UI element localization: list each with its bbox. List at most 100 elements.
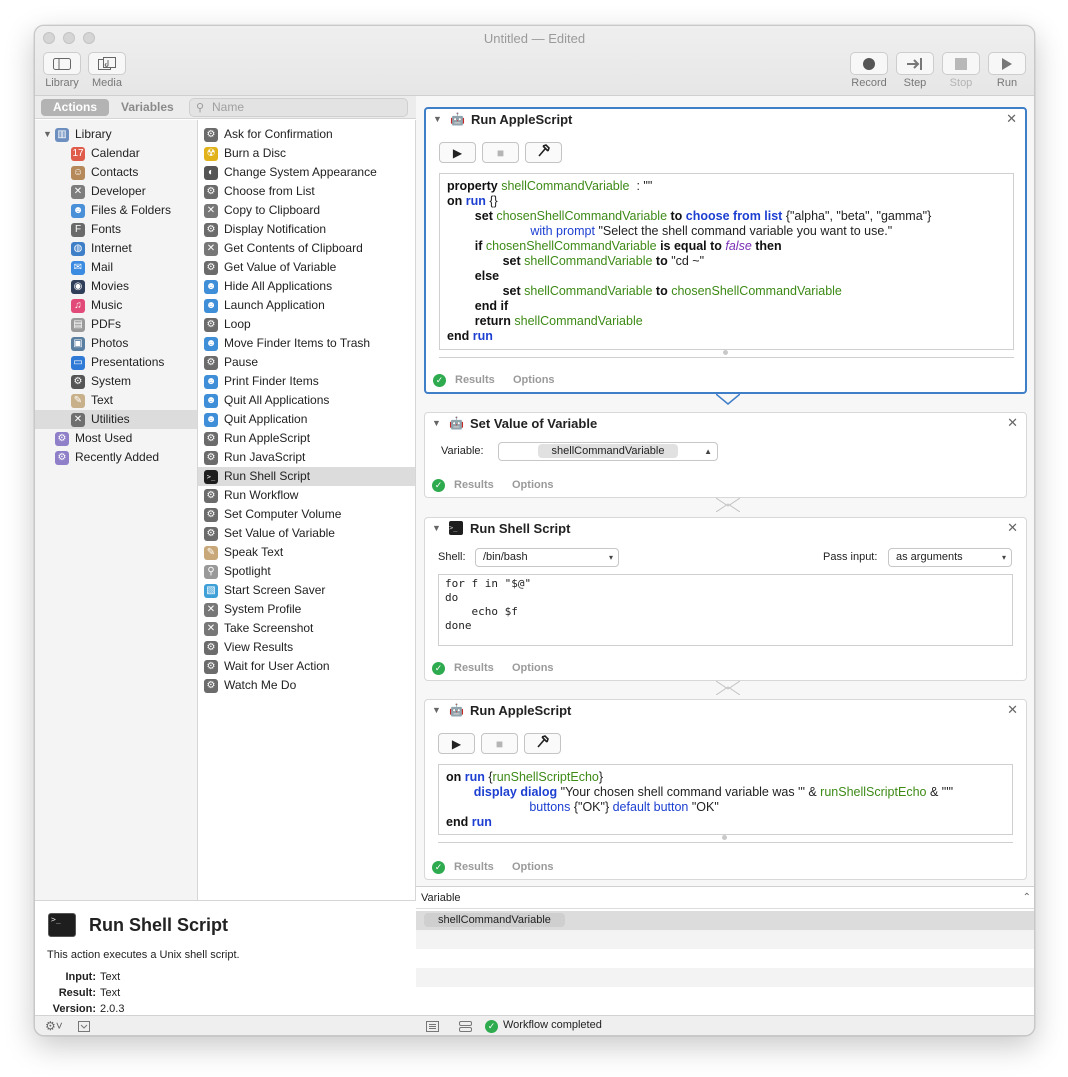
action-item-set-computer-volume[interactable]: ⚙ Set Computer Volume <box>198 505 415 524</box>
action-item-take-screenshot[interactable]: ✕ Take Screenshot <box>198 619 415 638</box>
action-item-watch-me-do[interactable]: ⚙ Watch Me Do <box>198 676 415 695</box>
sidebar-item-internet[interactable]: ◍ Internet <box>35 239 197 258</box>
search-input[interactable]: ⚲ Name <box>189 98 408 117</box>
action-item-run-javascript[interactable]: ⚙ Run JavaScript <box>198 448 415 467</box>
options-tab[interactable]: Options <box>512 861 554 873</box>
step-button[interactable] <box>896 52 934 75</box>
options-tab[interactable]: Options <box>512 479 554 491</box>
action-item-hide-all-applications[interactable]: ☻ Hide All Applications <box>198 277 415 296</box>
action-item-pause[interactable]: ⚙ Pause <box>198 353 415 372</box>
log-view-icon[interactable] <box>426 1021 439 1032</box>
close-action-icon[interactable]: ✕ <box>1007 415 1018 431</box>
action-item-launch-application[interactable]: ☻ Launch Application <box>198 296 415 315</box>
sidebar-item-presentations[interactable]: ▭ Presentations <box>35 353 197 372</box>
action-item-get-value-of-variable[interactable]: ⚙ Get Value of Variable <box>198 258 415 277</box>
action-item-run-workflow[interactable]: ⚙ Run Workflow <box>198 486 415 505</box>
variables-view-icon[interactable] <box>459 1021 472 1032</box>
variable-row[interactable]: shellCommandVariable <box>416 911 1034 930</box>
collapse-chevron-icon[interactable]: ⌃ <box>1023 887 1031 909</box>
close-action-icon[interactable]: ✕ <box>1006 111 1017 127</box>
run-applescript-action-2[interactable]: ▼ 🤖 Run AppleScript ✕ ▶ ■ on run {runShe… <box>424 699 1027 880</box>
results-tab[interactable]: Results <box>455 374 495 386</box>
close-action-icon[interactable]: ✕ <box>1007 520 1018 536</box>
run-applescript-action-1[interactable]: ▼ 🤖 Run AppleScript ✕ ▶ ■ property shell… <box>424 107 1027 394</box>
sidebar-item-most-used[interactable]: ⚙ Most Used <box>35 429 197 448</box>
run-script-button[interactable]: ▶ <box>438 733 475 754</box>
collapse-triangle-icon[interactable]: ▼ <box>433 114 442 124</box>
sidebar-item-developer[interactable]: ✕ Developer <box>35 182 197 201</box>
action-item-change-system-appearance[interactable]: ◐ Change System Appearance <box>198 163 415 182</box>
resize-grip[interactable] <box>438 835 1013 843</box>
record-button[interactable] <box>850 52 888 75</box>
sidebar-item-pdfs[interactable]: ▤ PDFs <box>35 315 197 334</box>
library-button[interactable] <box>43 52 81 75</box>
shell-script-editor[interactable]: for f in "$@" do echo $f done <box>438 574 1013 646</box>
description-toggle-icon[interactable] <box>78 1021 90 1032</box>
action-item-choose-from-list[interactable]: ⚙ Choose from List <box>198 182 415 201</box>
action-item-quit-application[interactable]: ☻ Quit Application <box>198 410 415 429</box>
compile-script-button[interactable] <box>525 142 562 163</box>
sidebar-item-photos[interactable]: ▣ Photos <box>35 334 197 353</box>
action-item-spotlight[interactable]: ⚲ Spotlight <box>198 562 415 581</box>
sidebar-item-utilities[interactable]: ✕ Utilities <box>35 410 197 429</box>
sidebar-item-recently-added[interactable]: ⚙ Recently Added <box>35 448 197 467</box>
sidebar-item-files-folders[interactable]: ☻ Files & Folders <box>35 201 197 220</box>
action-item-speak-text[interactable]: ✎ Speak Text <box>198 543 415 562</box>
resize-grip[interactable] <box>439 350 1014 358</box>
sidebar-item-library[interactable]: ▼ ▥ Library <box>35 125 197 144</box>
collapse-triangle-icon[interactable]: ▼ <box>432 418 441 428</box>
action-item-quit-all-applications[interactable]: ☻ Quit All Applications <box>198 391 415 410</box>
pass-input-popup[interactable]: as arguments ▾ <box>888 548 1012 567</box>
action-item-run-shell-script[interactable]: >_ Run Shell Script <box>198 467 415 486</box>
action-item-label: Watch Me Do <box>224 678 297 692</box>
action-item-label: Pause <box>224 355 259 369</box>
options-tab[interactable]: Options <box>513 374 555 386</box>
options-tab[interactable]: Options <box>512 662 554 674</box>
action-item-set-value-of-variable[interactable]: ⚙ Set Value of Variable <box>198 524 415 543</box>
shell-popup[interactable]: /bin/bash ▾ <box>475 548 619 567</box>
set-value-of-variable-action[interactable]: ▼ 🤖 Set Value of Variable ✕ Variable: sh… <box>424 412 1027 498</box>
sidebar-item-music[interactable]: ♫ Music <box>35 296 197 315</box>
collapse-triangle-icon[interactable]: ▼ <box>432 523 441 533</box>
disclosure-triangle-icon[interactable]: ▼ <box>43 125 52 144</box>
action-item-copy-to-clipboard[interactable]: ✕ Copy to Clipboard <box>198 201 415 220</box>
action-item-burn-a-disc[interactable]: ☢ Burn a Disc <box>198 144 415 163</box>
action-item-move-finder-items-to-trash[interactable]: ☻ Move Finder Items to Trash <box>198 334 415 353</box>
action-item-system-profile[interactable]: ✕ System Profile <box>198 600 415 619</box>
action-item-loop[interactable]: ⚙ Loop <box>198 315 415 334</box>
applescript-editor[interactable]: on run {runShellScriptEcho} display dial… <box>438 764 1013 835</box>
action-item-start-screen-saver[interactable]: ▧ Start Screen Saver <box>198 581 415 600</box>
action-item-display-notification[interactable]: ⚙ Display Notification <box>198 220 415 239</box>
results-tab[interactable]: Results <box>454 861 494 873</box>
run-script-button[interactable]: ▶ <box>439 142 476 163</box>
sidebar-item-contacts[interactable]: ☺ Contacts <box>35 163 197 182</box>
tab-actions[interactable]: Actions <box>41 99 110 116</box>
sidebar-item-system[interactable]: ⚙ System <box>35 372 197 391</box>
close-action-icon[interactable]: ✕ <box>1007 702 1018 718</box>
action-item-get-contents-of-clipboard[interactable]: ✕ Get Contents of Clipboard <box>198 239 415 258</box>
action-item-view-results[interactable]: ⚙ View Results <box>198 638 415 657</box>
movies-icon: ◉ <box>71 280 85 294</box>
results-tab[interactable]: Results <box>454 479 494 491</box>
results-tab[interactable]: Results <box>454 662 494 674</box>
sidebar-item-mail[interactable]: ✉ Mail <box>35 258 197 277</box>
run-button[interactable] <box>988 52 1026 75</box>
collapse-triangle-icon[interactable]: ▼ <box>432 705 441 715</box>
run-shell-script-action[interactable]: ▼ >_ Run Shell Script ✕ Shell: /bin/bash… <box>424 517 1027 681</box>
compile-script-button[interactable] <box>524 733 561 754</box>
sidebar-item-text[interactable]: ✎ Text <box>35 391 197 410</box>
code-token: shellCommandVariable <box>501 179 630 193</box>
media-button[interactable] <box>88 52 126 75</box>
tab-variables[interactable]: Variables <box>109 99 186 116</box>
action-item-ask-for-confirmation[interactable]: ⚙ Ask for Confirmation <box>198 125 415 144</box>
gear-menu-icon[interactable]: ⚙˅ <box>45 1019 63 1033</box>
code-token: "cd ~" <box>671 254 705 268</box>
sidebar-item-fonts[interactable]: F Fonts <box>35 220 197 239</box>
sidebar-item-calendar[interactable]: 17 Calendar <box>35 144 197 163</box>
sidebar-item-movies[interactable]: ◉ Movies <box>35 277 197 296</box>
action-item-print-finder-items[interactable]: ☻ Print Finder Items <box>198 372 415 391</box>
action-item-wait-for-user-action[interactable]: ⚙ Wait for User Action <box>198 657 415 676</box>
variable-popup[interactable]: shellCommandVariable ▲ <box>498 442 718 461</box>
applescript-editor[interactable]: property shellCommandVariable : "" on run… <box>439 173 1014 350</box>
action-item-run-applescript[interactable]: ⚙ Run AppleScript <box>198 429 415 448</box>
